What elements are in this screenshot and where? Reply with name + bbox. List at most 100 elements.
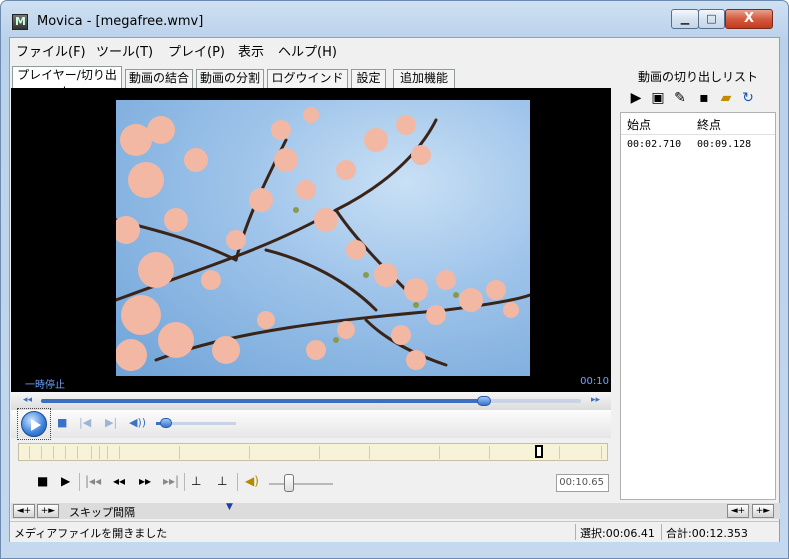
set-end-icon[interactable]: ⊥ [217,474,227,488]
first-frame-icon[interactable]: |◂◂ [85,474,101,488]
timeline-tick [319,446,320,459]
minimize-button[interactable]: ▁ [671,9,699,29]
next-icon[interactable]: ▶| [105,416,117,429]
timeline-tick [489,446,490,459]
separator [79,473,80,491]
tab-split[interactable]: 動画の分割 [196,69,264,88]
timeline-tick [53,446,54,459]
player-controls: ■ |◀ ▶| ◀)) [11,408,611,440]
seek-bar[interactable]: ◂◂ ▸▸ [11,392,611,410]
menu-help[interactable]: ヘルプ(H) [278,41,337,60]
previous-icon[interactable]: |◀ [79,416,91,429]
timeline-tick [41,446,42,459]
tab-player-cut[interactable]: プレイヤー/切り出し [12,66,122,99]
cut-timeline[interactable] [18,443,608,461]
status-divider [661,524,662,540]
separator [184,473,185,491]
video-player[interactable]: 一時停止 00:10 [11,88,611,392]
edit-toolbar: ■ ▶ |◂◂ ◂◂ ▸▸ ▸▸| ⊥ ⊥ ◀) 00:10.65 [11,468,611,498]
status-selection: 選択:00:06.41 [580,527,655,540]
app-window: Movica - [megafree.wmv] ▁ □ X ファイル(F) ツー… [0,0,789,559]
play-button-icon[interactable]: ▶ [61,474,70,488]
save-icon[interactable]: ▪ [694,88,714,108]
tab-join[interactable]: 動画の結合 [125,69,193,88]
window-title: Movica - [megafree.wmv] [37,14,204,29]
play-button[interactable] [21,411,47,437]
timeline-tick [91,446,92,459]
cut-list-panel: 動画の切り出しリスト ▶ ▣ ✎ ▪ ▰ ↻ 始点 終点 00:02.710 0… [620,66,778,504]
menu-tools[interactable]: ツール(T) [96,41,153,60]
cut-list[interactable]: 始点 終点 00:02.710 00:09.128 [620,112,776,500]
tab-extra-features[interactable]: 追加機能 [393,69,455,88]
timeline-tick [29,446,30,459]
open-folder-icon[interactable]: ▰ [716,88,736,108]
timeline-tick [439,446,440,459]
stop-icon[interactable]: ■ [57,416,67,429]
seek-fill [41,399,484,403]
menu-view[interactable]: 表示 [238,41,264,60]
timeline-tick [119,446,120,459]
video-frame[interactable] [116,100,530,376]
maximize-icon: □ [706,12,717,25]
timeline-tick [249,446,250,459]
volume-icon[interactable]: ◀)) [129,416,146,429]
cut-list-title: 動画の切り出しリスト [637,70,758,84]
title-bar[interactable]: Movica - [megafree.wmv] ▁ □ X [1,1,788,37]
speaker-icon[interactable]: ◀) [245,474,259,488]
skip-marker-icon[interactable]: ▼ [226,502,233,512]
status-divider [575,524,576,540]
list-item[interactable]: 00:02.710 00:09.128 [621,137,771,153]
status-message: メディアファイルを開きました [14,527,168,540]
player-status: 一時停止 [25,380,65,391]
timeline-tick [179,446,180,459]
tab-settings[interactable]: 設定 [351,69,386,88]
skip-interval-label: スキップ間隔 [69,506,135,519]
maximize-button[interactable]: □ [698,9,725,29]
player-volume-track[interactable] [156,418,236,428]
status-total: 合計:00:12.353 [666,527,748,540]
preview-icon[interactable]: ▣ [648,88,668,108]
player-volume-thumb[interactable] [159,418,172,428]
menu-bar: ファイル(F) ツール(T) プレイ(P) 表示 ヘルプ(H) [10,38,779,60]
tab-log-window[interactable]: ログウインドウ [267,69,348,102]
scroll-left-button[interactable]: ◄+ [13,504,35,518]
refresh-icon[interactable]: ↻ [738,88,758,108]
last-frame-icon[interactable]: ▸▸| [163,474,179,488]
timeline-tick [77,446,78,459]
edit-volume-thumb[interactable] [284,474,294,492]
menu-file[interactable]: ファイル(F) [16,41,86,60]
stop-button-icon[interactable]: ■ [37,474,48,488]
close-icon: X [743,11,755,26]
timeline-position-marker[interactable] [535,445,543,458]
timeline-tick [559,446,560,459]
menu-play[interactable]: プレイ(P) [168,41,225,60]
forward-arrow-icon[interactable]: ▸▸ [591,395,600,405]
step-forward-icon[interactable]: ▸▸ [139,474,151,488]
edit-icon[interactable]: ✎ [670,88,690,108]
seek-track[interactable] [41,396,581,406]
list-scroll-left-button[interactable]: ◄+ [727,504,749,518]
list-scroll-right-button[interactable]: +► [752,504,774,518]
play-icon[interactable]: ▶ [626,88,646,108]
scroll-right-button[interactable]: +► [37,504,59,518]
separator [237,473,238,491]
cherry-blossom-image [116,107,530,371]
seek-thumb[interactable] [476,396,491,406]
timeline-tick [99,446,100,459]
edit-volume-track[interactable] [269,483,333,485]
step-back-icon[interactable]: ◂◂ [113,474,125,488]
timeline-tick [65,446,66,459]
column-end[interactable]: 終点 [697,116,721,133]
movica-app-icon[interactable] [12,14,28,30]
minimize-icon: ▁ [680,12,690,25]
rewind-arrow-icon[interactable]: ◂◂ [23,395,32,405]
column-start[interactable]: 始点 [627,116,651,133]
player-time: 00:10 [580,376,609,387]
set-start-icon[interactable]: ⊥ [191,474,201,488]
close-button[interactable]: X [725,9,773,29]
timeline-tick [107,446,108,459]
client-area: ファイル(F) ツール(T) プレイ(P) 表示 ヘルプ(H) プレイヤー/切り… [9,37,780,542]
cut-list-header: 始点 終点 [621,113,775,135]
status-bar: メディアファイルを開きました 選択:00:06.41 合計:00:12.353 [10,521,779,542]
cell-end: 00:09.128 [697,139,752,150]
